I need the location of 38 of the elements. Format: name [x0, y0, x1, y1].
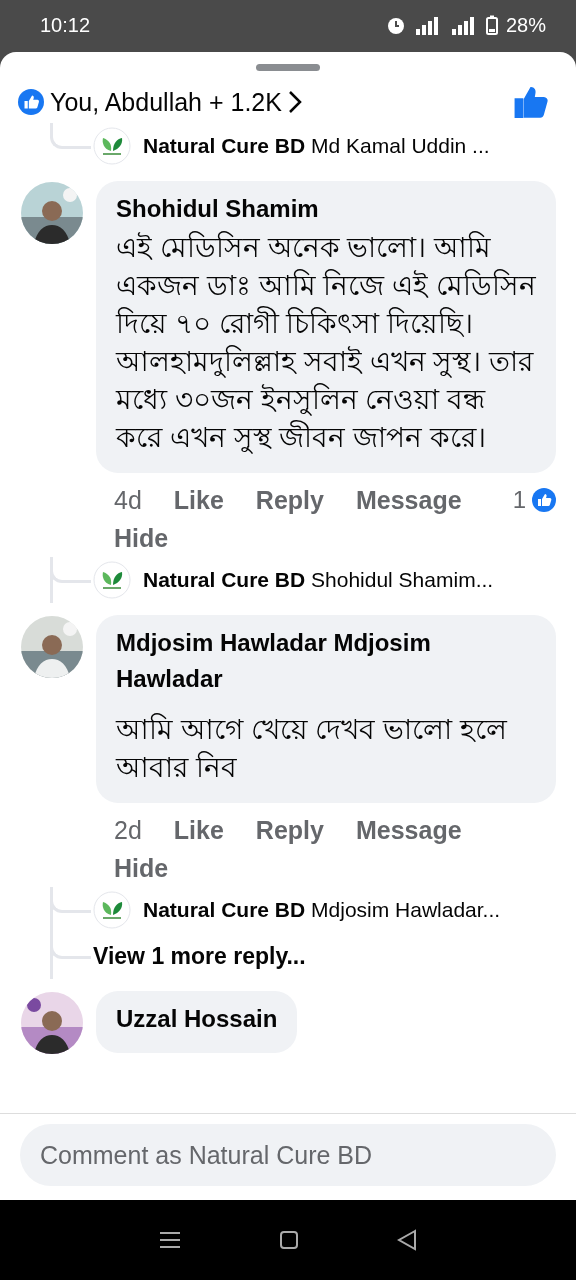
drag-handle[interactable]: [256, 64, 320, 71]
reply-preview[interactable]: Natural Cure BD Shohidul Shamim...: [143, 568, 494, 592]
leaf-logo-icon: [93, 127, 131, 165]
comment-time: 4d: [114, 485, 142, 516]
comment-action[interactable]: Like: [173, 481, 224, 519]
like-icon: [532, 488, 556, 512]
comment-text: এই মেডিসিন অনেক ভালো। আমি একজন ডাঃ আমি নিজে এই মেডিসিন দিয়ে ৭০ রোগী চিকিৎসা দিয়েছি। আলহামদুলিল্লাহ সবাই এখন সুস্থ। তার মধ্যে ৩০জন ইনসুলিন নেওয়া বন্ধ করে এখন সুস্থ জীবন জাপন করে।: [116, 230, 536, 456]
leaf-logo-icon: [93, 561, 131, 599]
reactions-summary[interactable]: You, Abdullah + 1.2K: [18, 87, 302, 117]
reply-preview[interactable]: Natural Cure BD Md Kamal Uddin ...: [143, 134, 490, 158]
comment-author[interactable]: Uzzal Hossain: [116, 1001, 278, 1037]
back-icon[interactable]: [397, 1229, 417, 1251]
reply-preview[interactable]: Natural Cure BD Mdjosim Hawladar...: [143, 898, 501, 922]
hide-link[interactable]: Hide: [114, 519, 169, 557]
comment-author[interactable]: Mdjosim Hawladar Mdjosim Hawladar: [116, 625, 536, 697]
battery-percent: 28%: [505, 13, 546, 37]
comment-time: 2d: [114, 815, 142, 846]
view-more-replies[interactable]: View 1 more reply...: [93, 933, 306, 979]
comment-text: আমি আগে খেয়ে দেখব ভালো হলে আবার নিব: [116, 712, 509, 785]
menu-icon[interactable]: [159, 1230, 181, 1250]
comment-input[interactable]: Comment as Natural Cure BD: [20, 1124, 556, 1186]
comment-action[interactable]: Reply: [255, 481, 324, 519]
comment-action[interactable]: Like: [173, 811, 224, 849]
like-icon: [18, 89, 44, 115]
comment-action[interactable]: Reply: [255, 811, 324, 849]
battery-icon: [485, 15, 498, 35]
like-button[interactable]: [514, 86, 548, 118]
leaf-logo-icon: [93, 891, 131, 929]
chevron-right-icon: [287, 90, 302, 114]
comment-author[interactable]: Shohidul Shamim: [116, 191, 536, 227]
hide-link[interactable]: Hide: [114, 849, 169, 887]
clock-time: 10:12: [40, 13, 91, 37]
home-square-icon[interactable]: [279, 1230, 299, 1250]
comment-action[interactable]: Message: [355, 811, 462, 849]
alarm-icon: [385, 15, 406, 35]
like-count: 1: [512, 486, 526, 514]
comment-action[interactable]: Message: [355, 481, 462, 519]
thread-connector: [50, 123, 91, 149]
